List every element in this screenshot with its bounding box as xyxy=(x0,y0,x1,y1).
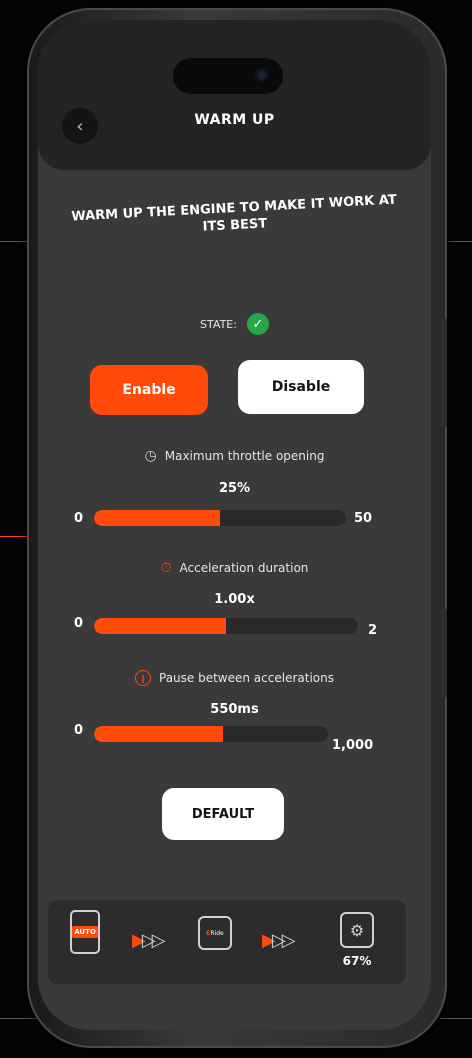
eride-label: ERide xyxy=(206,930,223,937)
throttle-slider[interactable] xyxy=(94,510,346,526)
battery-percent: 67% xyxy=(342,954,372,968)
phone-side-button-lower xyxy=(441,608,447,698)
state-row: STATE: ✓ xyxy=(38,313,431,335)
stopwatch-icon: ⏱ xyxy=(160,560,172,576)
page-subtitle: WARM UP THE ENGINE TO MAKE IT WORK AT IT… xyxy=(71,192,398,235)
speedometer-icon: ◷ xyxy=(144,448,157,464)
header-bar: ‹ WARM UP xyxy=(38,20,431,170)
throttle-label-row: ◷ Maximum throttle opening xyxy=(38,448,431,464)
pause-label-row: ‖ Pause between accelerations xyxy=(38,670,431,686)
pause-value: 550ms xyxy=(210,702,259,717)
phone-side-button-upper xyxy=(441,318,447,428)
decor-line-bottom-right xyxy=(440,1018,472,1019)
acceleration-min: 0 xyxy=(74,616,84,631)
throttle-slider-fill xyxy=(94,510,220,526)
default-button[interactable]: DEFAULT xyxy=(162,788,284,840)
throttle-label: Maximum throttle opening xyxy=(164,449,325,463)
decor-line-left-top xyxy=(0,241,28,242)
state-label: STATE: xyxy=(200,317,237,331)
nav-eride[interactable]: ERide xyxy=(198,916,232,950)
auto-badge: AUTO xyxy=(72,926,98,938)
throttle-value: 25% xyxy=(218,481,251,496)
enable-button[interactable]: Enable xyxy=(90,365,208,415)
acceleration-slider-fill xyxy=(94,618,226,634)
acceleration-value: 1.00x xyxy=(214,592,255,607)
eride-label-suffix: Ride xyxy=(210,929,224,937)
check-circle-icon: ✓ xyxy=(246,313,269,335)
flow-arrows-icon-2: ▶▷▷ xyxy=(262,930,295,951)
nav-engine[interactable]: ⚙ 67% xyxy=(340,912,374,968)
throttle-min: 0 xyxy=(74,511,84,526)
phone-auto-icon: AUTO xyxy=(70,910,100,954)
pause-icon: ‖ xyxy=(135,670,151,686)
disable-button[interactable]: Disable xyxy=(238,360,364,414)
pause-label: Pause between accelerations xyxy=(159,671,334,685)
decor-line-bottom-left xyxy=(0,1018,40,1019)
app-screen: ‹ WARM UP WARM UP THE ENGINE TO MAKE IT … xyxy=(38,20,431,1030)
acceleration-label-row: ⏱ Acceleration duration xyxy=(38,560,431,576)
decor-line-left-accent xyxy=(0,536,28,537)
pause-max: 1,000 xyxy=(332,738,374,753)
acceleration-max: 2 xyxy=(368,623,378,638)
pause-slider[interactable] xyxy=(94,726,328,742)
engine-icon: ⚙ xyxy=(340,912,374,948)
eride-icon: ERide xyxy=(198,916,232,950)
flow-arrows-icon: ▶▷▷ xyxy=(132,930,165,951)
acceleration-slider[interactable] xyxy=(94,618,358,634)
decor-line-right-top xyxy=(448,241,472,242)
bottom-nav: AUTO ▶▷▷ ERide ▶▷▷ ⚙ 67% xyxy=(48,900,406,984)
dynamic-island xyxy=(173,58,283,94)
nav-auto-mode[interactable]: AUTO xyxy=(70,910,100,954)
acceleration-label: Acceleration duration xyxy=(179,561,309,575)
camera-lens-icon xyxy=(255,68,269,82)
pause-min: 0 xyxy=(74,723,84,738)
throttle-max: 50 xyxy=(354,511,373,526)
pause-slider-fill xyxy=(94,726,223,742)
page-title: WARM UP xyxy=(194,112,275,128)
